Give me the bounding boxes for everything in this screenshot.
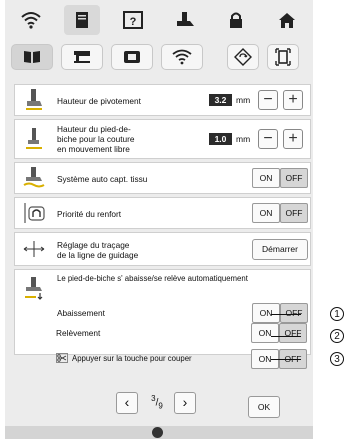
help-icon[interactable]: ? xyxy=(115,5,151,35)
free-motion-height-unit: mm xyxy=(236,134,251,144)
bottom-bar xyxy=(5,426,313,439)
start-guide-button[interactable]: Démarrer xyxy=(252,239,308,260)
page-indicator: 3/9 xyxy=(151,394,163,411)
sewing-machine-icon[interactable] xyxy=(61,44,103,70)
free-motion-decrease-button[interactable]: − xyxy=(258,129,278,149)
free-motion-foot-icon xyxy=(23,127,45,151)
auto-fabric-sensor-off[interactable]: OFF xyxy=(280,168,308,188)
raising-off[interactable]: OFF xyxy=(279,323,307,343)
fabric-sensor-icon xyxy=(23,166,45,190)
auto-fabric-sensor-on[interactable]: ON xyxy=(252,168,280,188)
pivot-height-row: Hauteur de pivotement 3.2 mm − + xyxy=(14,84,311,116)
reinforcement-icon xyxy=(23,201,45,225)
lowering-label: Abaissement xyxy=(57,308,105,318)
ok-button[interactable]: OK xyxy=(248,396,280,418)
pivot-height-value: 3.2 xyxy=(209,94,232,106)
auto-lift-title: Le pied-de-biche s' abaisse/se relève au… xyxy=(57,274,248,283)
free-motion-height-row: Hauteur du pied-de- biche pour la coutur… xyxy=(14,119,311,159)
callout-line-2 xyxy=(271,336,301,337)
free-motion-height-label: Hauteur du pied-de- biche pour la coutur… xyxy=(57,124,135,154)
next-page-button[interactable]: › xyxy=(174,392,196,414)
guide-line-label: Réglage du traçage de la ligne de guidag… xyxy=(57,240,139,260)
scissors-icon xyxy=(56,353,68,363)
embroidery-screen-icon[interactable] xyxy=(111,44,153,70)
cutting-row: Appuyer sur la touche pour couper ON OFF xyxy=(14,346,311,372)
pivot-height-unit: mm xyxy=(236,95,251,105)
callout-number-2: 2 xyxy=(330,329,344,343)
top-tab-bar: ? xyxy=(5,0,313,40)
settings-category-bar xyxy=(11,42,307,76)
cutting-label: Appuyer sur la touche pour couper xyxy=(72,354,192,363)
raising-row: Relèvement ON OFF xyxy=(14,320,311,346)
settings-screen: ? Hauteur de pivotement 3.2 mm − + Haute… xyxy=(5,0,313,439)
book-settings-icon[interactable] xyxy=(11,44,53,70)
presser-foot-pivot-icon xyxy=(23,88,45,112)
callout-number-1: 1 xyxy=(330,307,344,321)
raising-label: Relèvement xyxy=(56,328,101,338)
auto-fabric-sensor-label: Système auto capt. tissu xyxy=(57,174,148,184)
reinforcement-priority-on[interactable]: ON xyxy=(252,203,280,223)
document-icon[interactable] xyxy=(63,5,100,35)
wifi-icon[interactable] xyxy=(13,5,49,35)
home-icon[interactable] xyxy=(269,5,305,35)
reset-icon[interactable] xyxy=(227,44,259,70)
svg-text:?: ? xyxy=(130,16,137,28)
reinforcement-priority-row: Priorité du renfort ON OFF xyxy=(14,197,311,229)
lock-icon[interactable] xyxy=(218,5,254,35)
free-motion-height-value: 1.0 xyxy=(209,133,232,145)
presser-foot-icon[interactable] xyxy=(167,5,203,35)
callout-number-3: 3 xyxy=(330,352,344,366)
pivot-decrease-button[interactable]: − xyxy=(258,90,278,110)
auto-fabric-sensor-row: Système auto capt. tissu ON OFF xyxy=(14,162,311,194)
free-motion-increase-button[interactable]: + xyxy=(283,129,303,149)
callout-line-3 xyxy=(271,359,301,360)
pivot-increase-button[interactable]: + xyxy=(283,90,303,110)
guide-line-row: Réglage du traçage de la ligne de guidag… xyxy=(14,232,311,266)
raising-on[interactable]: ON xyxy=(251,323,279,343)
pivot-height-label: Hauteur de pivotement xyxy=(57,96,141,106)
callout-line-1 xyxy=(271,314,301,315)
reinforcement-priority-label: Priorité du renfort xyxy=(57,209,122,219)
save-icon[interactable] xyxy=(267,44,299,70)
auto-lift-foot-icon xyxy=(23,276,45,300)
sewing-speed-icon xyxy=(152,427,163,438)
reinforcement-priority-off[interactable]: OFF xyxy=(280,203,308,223)
prev-page-button[interactable]: ‹ xyxy=(116,392,138,414)
guide-line-icon xyxy=(23,237,45,261)
wifi-settings-icon[interactable] xyxy=(161,44,203,70)
